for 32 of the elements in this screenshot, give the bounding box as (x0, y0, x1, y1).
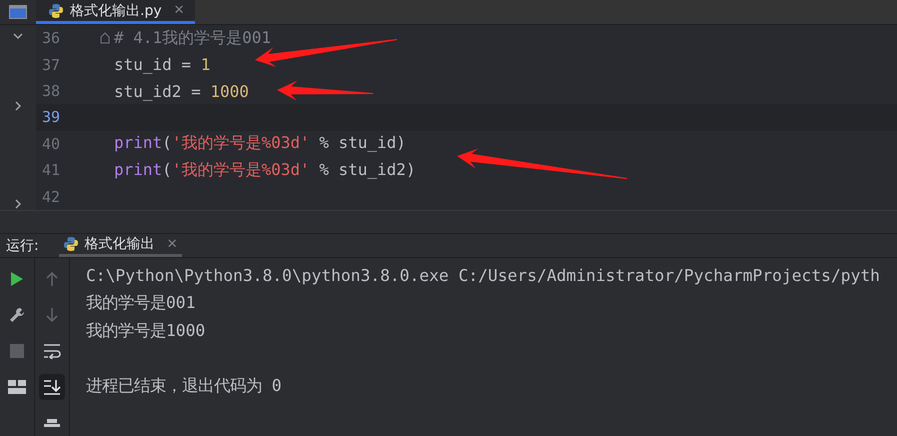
printer-icon[interactable] (44, 419, 60, 428)
line-number: 37 (41, 56, 62, 74)
code-line: print('我的学号是%03d' % stu_id) (114, 133, 406, 154)
console-line: C:\Python\Python3.8.0\python3.8.0.exe C:/Users/Administrator/PycharmProjects/pyth (86, 265, 880, 288)
code-line: print('我的学号是%03d' % stu_id2) (114, 160, 416, 181)
python-icon (48, 2, 64, 19)
console-line: 我的学号是1000 (86, 320, 206, 342)
soft-wrap-icon[interactable] (43, 343, 61, 360)
chevron-icon[interactable] (13, 31, 23, 42)
run-icon[interactable] (10, 271, 24, 288)
close-icon[interactable]: ✕ (174, 3, 185, 18)
chevron-icon[interactable] (13, 101, 23, 112)
run-label: 运行: (5, 236, 40, 255)
console-line: 进程已结束，退出代码为 0 (86, 374, 283, 397)
line-number: 38 (41, 82, 62, 100)
code-line: # 4.1我的学号是001 (114, 28, 272, 49)
line-number: 42 (41, 188, 62, 206)
line-number: 39 (41, 108, 62, 126)
wrench-icon[interactable] (9, 307, 25, 324)
editor-tab[interactable]: 格式化输出.py ✕ (36, 0, 195, 24)
line-number: 41 (41, 161, 62, 180)
code-line: stu_id = 1 (114, 55, 210, 74)
fold-icon[interactable] (100, 32, 110, 44)
layout-icon[interactable] (8, 380, 26, 394)
scroll-to-end-icon[interactable] (43, 379, 61, 396)
window-icon[interactable] (9, 5, 27, 20)
code-line: stu_id2 = 1000 (114, 82, 249, 100)
chevron-icon[interactable] (13, 199, 23, 210)
line-number: 36 (41, 29, 62, 48)
python-icon (62, 236, 79, 252)
console-line: 我的学号是001 (86, 292, 196, 314)
line-number: 40 (41, 134, 62, 153)
